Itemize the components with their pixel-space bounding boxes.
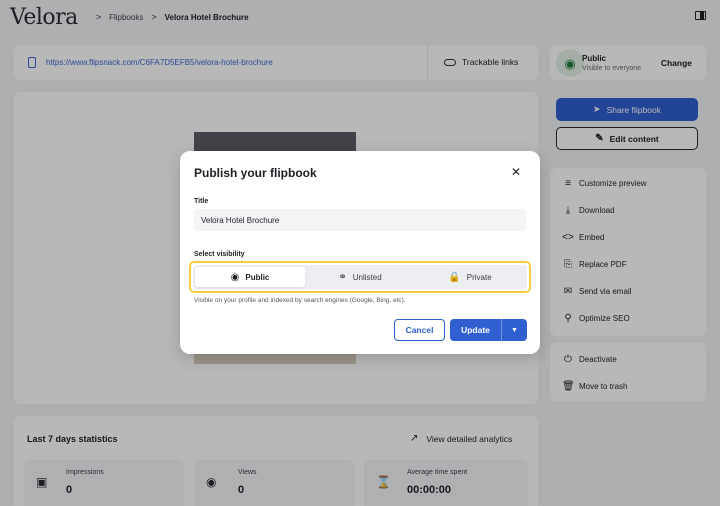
dialog-title: Publish your flipbook xyxy=(194,166,317,180)
link-icon: ⚭ xyxy=(338,271,347,283)
update-label: Update xyxy=(461,325,490,335)
close-icon[interactable]: ✕ xyxy=(511,166,521,178)
visibility-option-unlisted[interactable]: ⚭ Unlisted xyxy=(305,267,415,287)
visibility-option-private[interactable]: 🔒 Private xyxy=(415,267,525,287)
title-field-label: Title xyxy=(194,198,209,205)
chevron-down-icon[interactable]: ▼ xyxy=(502,327,527,334)
option-label: Unlisted xyxy=(352,272,382,282)
visibility-field-label: Select visibility xyxy=(194,251,245,258)
visibility-hint: Visible on your profile and indexed by s… xyxy=(194,297,406,304)
visibility-option-public[interactable]: ◉ Public xyxy=(195,267,305,287)
update-button[interactable]: Update ▼ xyxy=(450,319,527,341)
visibility-selector: ◉ Public ⚭ Unlisted 🔒 Private xyxy=(193,265,527,289)
option-label: Private xyxy=(466,272,492,282)
cancel-button[interactable]: Cancel xyxy=(394,319,445,341)
lock-icon: 🔒 xyxy=(448,271,461,283)
option-label: Public xyxy=(245,272,270,282)
title-input[interactable] xyxy=(194,209,526,231)
publish-dialog: Publish your flipbook ✕ Title Select vis… xyxy=(180,151,540,354)
globe-icon: ◉ xyxy=(230,271,240,283)
